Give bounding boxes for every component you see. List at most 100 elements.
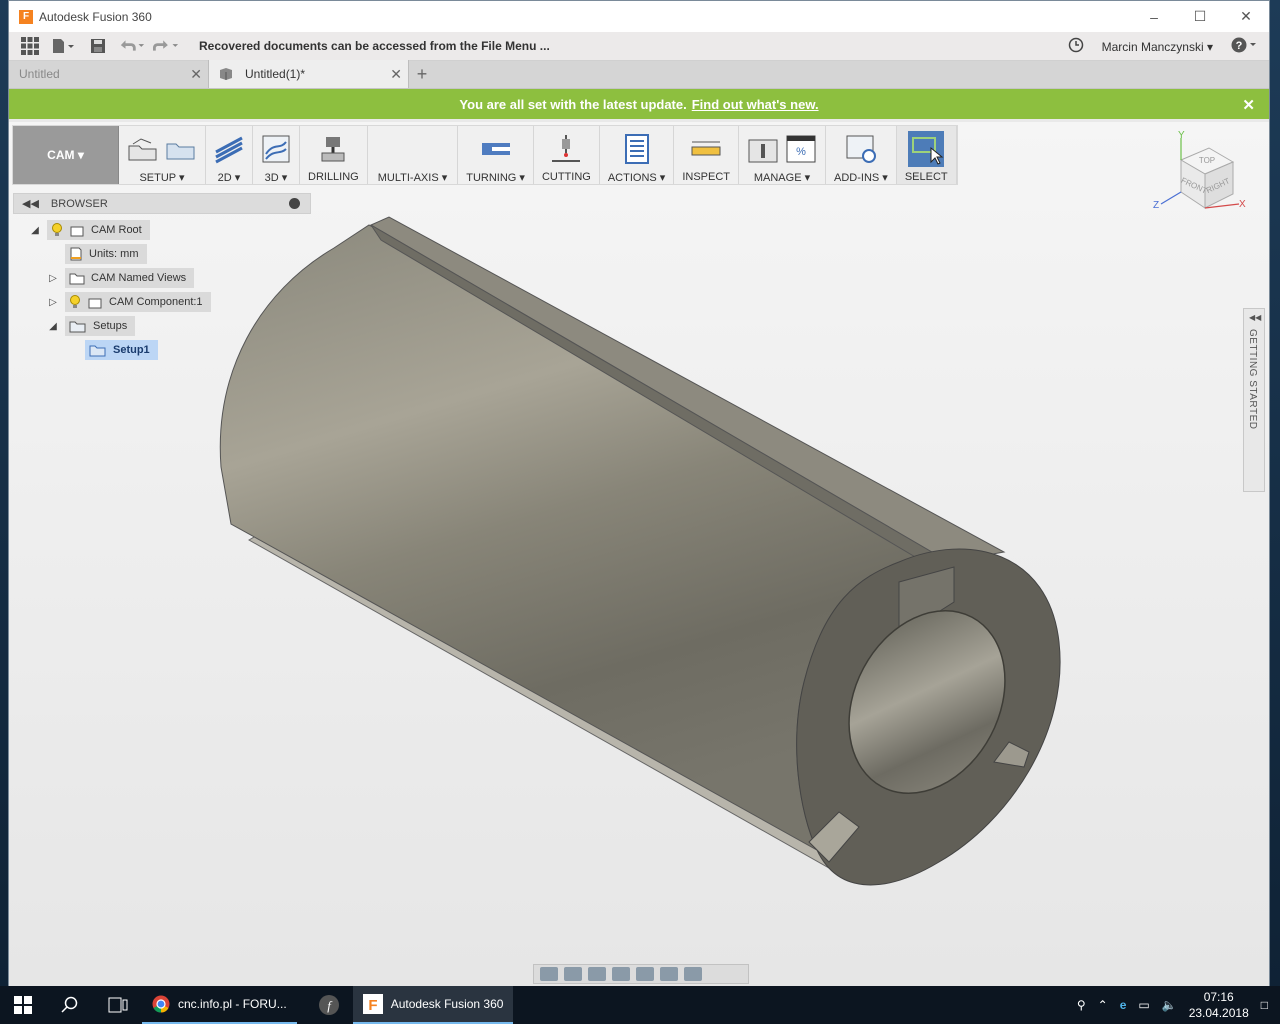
close-notice-icon[interactable]: ✕ xyxy=(1242,96,1255,114)
fit-icon[interactable] xyxy=(636,967,654,981)
minimize-button[interactable]: – xyxy=(1131,1,1177,32)
taskbar-fusion-pinned-icon[interactable]: f xyxy=(305,986,353,1024)
tree-item-cam-root[interactable]: ◢ CAM Root xyxy=(29,220,150,240)
scripts-gear-icon[interactable] xyxy=(845,134,877,164)
ribbon-group-cutting[interactable]: CUTTING xyxy=(534,126,600,184)
tree-item-named-views[interactable]: ▷ CAM Named Views xyxy=(47,268,195,288)
windows-taskbar: cnc.info.pl - FORU... f F Autodesk Fusio… xyxy=(0,986,1280,1024)
tree-label: Units: mm xyxy=(89,248,139,260)
setups-folder-icon xyxy=(69,321,86,333)
tree-item-setups[interactable]: ◢ Setups xyxy=(47,316,136,336)
ribbon-group-2d[interactable]: 2D ▾ xyxy=(206,126,253,184)
browser-minimize-icon[interactable] xyxy=(289,198,300,209)
axis-x-label: X xyxy=(1239,199,1246,210)
grid-settings-icon[interactable] xyxy=(684,967,702,981)
display-settings-icon[interactable] xyxy=(660,967,678,981)
collapse-triangle-icon[interactable]: ◢ xyxy=(29,224,41,236)
view-cube[interactable]: TOP FRONT RIGHT Z X Y xyxy=(1151,130,1251,230)
show-hidden-icons-chevron-icon[interactable]: ⌃ xyxy=(1098,998,1108,1012)
taskbar-app-chrome[interactable]: cnc.info.pl - FORU... xyxy=(142,986,297,1024)
ribbon-group-actions[interactable]: ACTIONS ▾ xyxy=(600,126,675,184)
getting-started-panel[interactable]: ◀◀ GETTING STARTED xyxy=(1243,308,1265,492)
close-window-button[interactable]: ✕ xyxy=(1223,1,1269,32)
ribbon-group-multi-axis[interactable]: MULTI-AXIS ▾ xyxy=(368,126,459,184)
visibility-bulb-icon[interactable] xyxy=(69,295,81,309)
orbit-icon[interactable] xyxy=(540,967,558,981)
people-icon[interactable]: ⚲ xyxy=(1077,998,1086,1012)
pan-icon[interactable] xyxy=(588,967,606,981)
redo-icon[interactable] xyxy=(153,35,179,57)
data-panel-grid-icon[interactable] xyxy=(17,35,43,57)
undo-icon[interactable] xyxy=(119,35,145,57)
drill-icon[interactable] xyxy=(318,133,348,165)
search-icon[interactable] xyxy=(46,986,94,1024)
clock[interactable]: 07:16 23.04.2018 xyxy=(1189,989,1249,1021)
window-title: Autodesk Fusion 360 xyxy=(39,9,152,24)
desktop-background-right xyxy=(1270,0,1280,990)
ribbon-group-turning[interactable]: TURNING ▾ xyxy=(458,126,534,184)
tab-untitled[interactable]: Untitled ✕ xyxy=(9,60,209,88)
volume-icon[interactable]: 🔈 xyxy=(1162,998,1177,1012)
measure-ruler-icon[interactable] xyxy=(690,139,722,159)
maximize-button[interactable]: ☐ xyxy=(1177,1,1223,32)
expand-panel-icon[interactable]: ◀◀ xyxy=(1249,313,1261,322)
actions-sheet-icon[interactable] xyxy=(624,133,650,165)
setup-folder-icon[interactable] xyxy=(127,136,159,162)
task-view-icon[interactable] xyxy=(94,986,142,1024)
edge-icon[interactable]: e xyxy=(1120,998,1127,1012)
job-status-clock-icon[interactable] xyxy=(1068,37,1084,56)
close-tab-icon[interactable]: ✕ xyxy=(190,66,202,83)
network-icon[interactable]: ▭ xyxy=(1138,998,1149,1012)
ribbon-group-setup[interactable]: SETUP ▾ xyxy=(119,126,206,184)
ribbon-group-add-ins[interactable]: ADD-INS ▾ xyxy=(826,126,897,184)
post-process-icon[interactable]: % xyxy=(785,134,817,164)
ribbon-group-3d[interactable]: 3D ▾ xyxy=(253,126,300,184)
navigation-bar xyxy=(533,964,749,984)
ribbon-group-inspect[interactable]: INSPECT xyxy=(674,126,739,184)
look-at-icon[interactable] xyxy=(564,967,582,981)
save-icon[interactable] xyxy=(85,35,111,57)
ribbon-group-select[interactable]: SELECT xyxy=(896,126,957,184)
tree-item-cam-component[interactable]: ▷ CAM Component:1 xyxy=(47,292,211,312)
close-tab-icon[interactable]: ✕ xyxy=(390,66,402,83)
3d-toolpath-icon[interactable] xyxy=(261,134,291,164)
visibility-bulb-icon[interactable] xyxy=(51,223,63,237)
expand-triangle-icon[interactable]: ▷ xyxy=(47,272,59,284)
group-label: INSPECT xyxy=(682,171,730,183)
cutting-icon[interactable] xyxy=(550,133,582,165)
tree-item-units[interactable]: Units: mm xyxy=(65,244,147,264)
taskbar-app-fusion[interactable]: F Autodesk Fusion 360 xyxy=(352,986,514,1024)
part-model[interactable] xyxy=(9,122,1269,986)
workspace-label: CAM xyxy=(47,148,75,162)
workspace-switcher[interactable]: CAM ▾ xyxy=(13,126,119,184)
2d-toolpath-icon[interactable] xyxy=(214,134,244,164)
user-account-menu[interactable]: Marcin Manczynski ▾ xyxy=(1102,40,1213,54)
tab-label: Untitled xyxy=(19,67,60,81)
select-window-icon[interactable] xyxy=(907,130,945,168)
group-label: SETUP xyxy=(139,172,176,184)
help-icon[interactable]: ? xyxy=(1231,37,1259,56)
file-menu-icon[interactable] xyxy=(51,35,77,57)
canvas-viewport[interactable]: CAM ▾ SETUP ▾ 2D ▾ 3D ▾ DRILLING MULTI-A… xyxy=(9,122,1269,986)
collapse-triangle-icon[interactable]: ◢ xyxy=(47,320,59,332)
browser-header[interactable]: ◀◀ BROWSER xyxy=(13,193,311,214)
expand-triangle-icon[interactable]: ▷ xyxy=(47,296,59,308)
ribbon-group-manage[interactable]: % MANAGE ▾ xyxy=(739,126,826,184)
start-button[interactable] xyxy=(0,986,46,1024)
tab-untitled-1[interactable]: Untitled(1)* ✕ xyxy=(209,60,409,88)
tree-item-setup1[interactable]: Setup1 xyxy=(85,340,158,360)
zoom-icon[interactable] xyxy=(612,967,630,981)
setup-sheet-icon[interactable] xyxy=(165,136,197,162)
tool-library-icon[interactable] xyxy=(747,134,779,164)
ribbon-group-drilling[interactable]: DRILLING xyxy=(300,126,368,184)
group-label: DRILLING xyxy=(308,171,359,183)
whats-new-link[interactable]: Find out what's new. xyxy=(692,97,819,112)
tree-label: Setups xyxy=(93,320,128,332)
collapse-browser-icon[interactable]: ◀◀ xyxy=(22,197,39,210)
turning-icon[interactable] xyxy=(480,135,512,163)
action-center-icon[interactable]: □ xyxy=(1261,998,1268,1012)
new-tab-plus-icon[interactable]: + xyxy=(409,60,435,88)
group-label: ADD-INS xyxy=(834,172,880,184)
svg-text:%: % xyxy=(796,146,806,158)
axis-z-label: Z xyxy=(1153,200,1159,211)
